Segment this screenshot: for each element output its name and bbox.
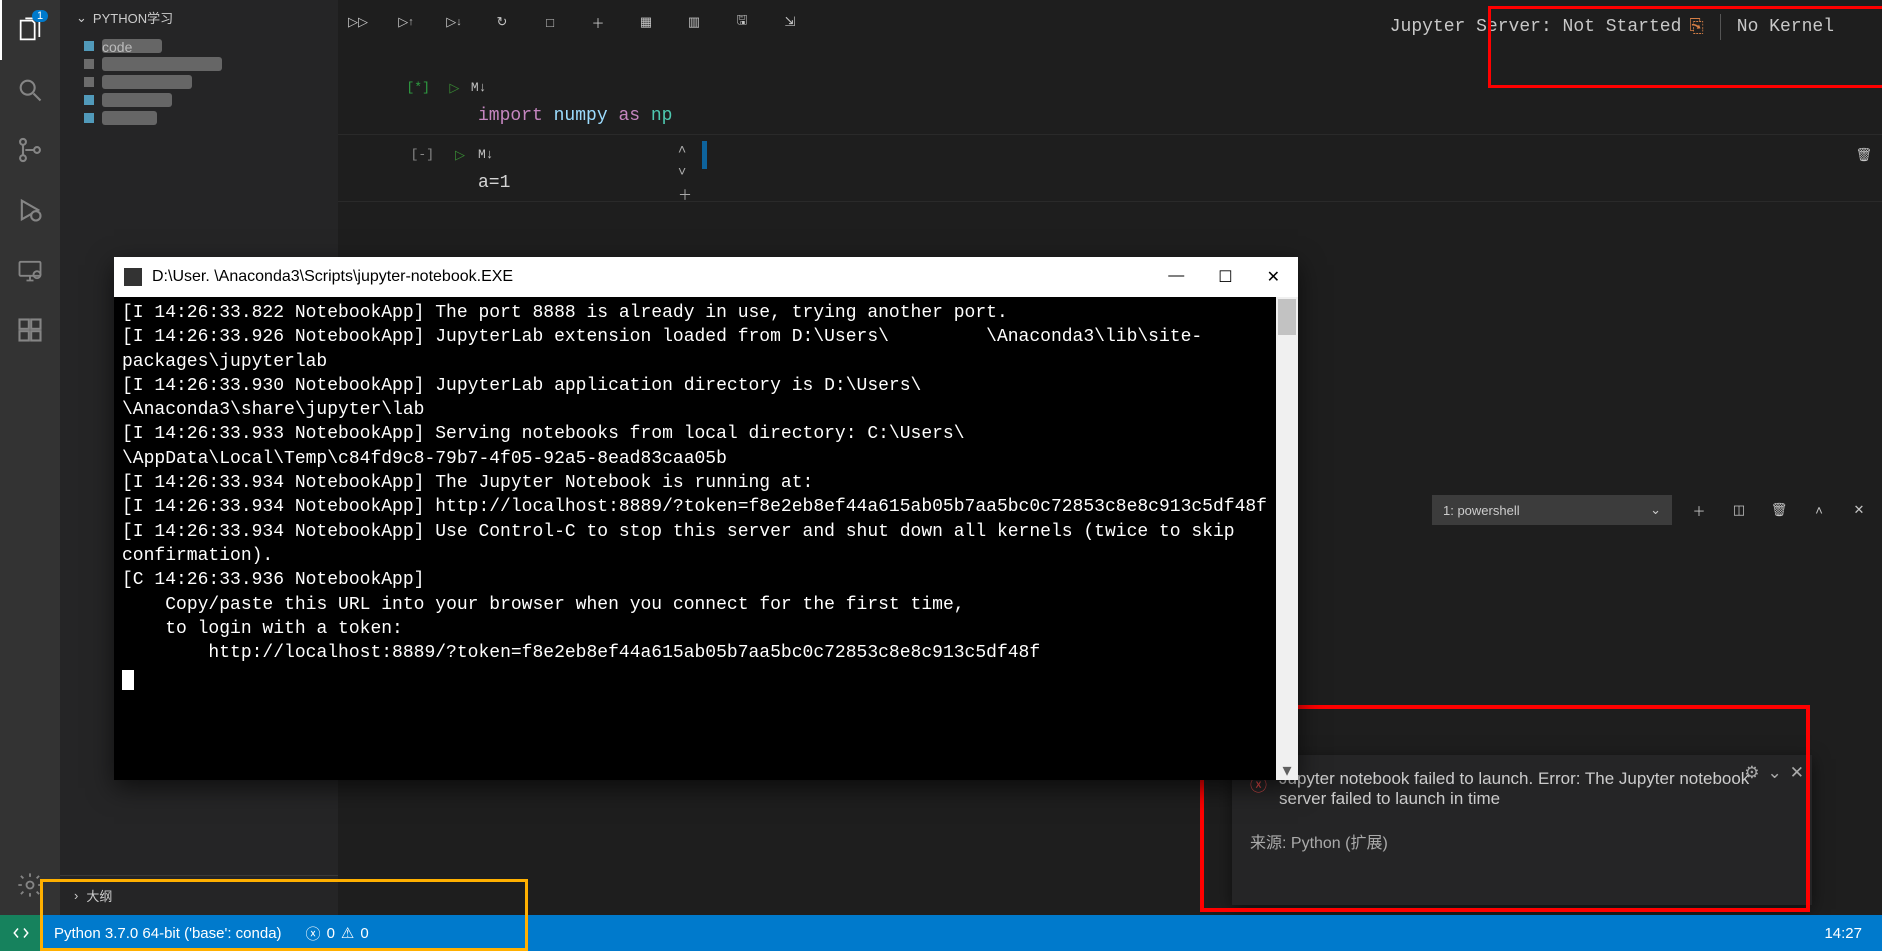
terminal-panel-controls: 1: powershell ⌄ ＋ ◫ 🗑 ˄ ✕ bbox=[1320, 480, 1872, 540]
move-up-icon: ˄ bbox=[678, 141, 692, 157]
window-close-icon[interactable]: ✕ bbox=[1267, 267, 1280, 287]
interrupt-icon[interactable]: □ bbox=[538, 10, 562, 34]
remote-indicator[interactable] bbox=[0, 915, 42, 951]
notebook-cell[interactable]: [*] ▷ M↓ bbox=[338, 74, 1882, 102]
scrollbar-thumb[interactable] bbox=[1278, 299, 1296, 335]
terminal-select[interactable]: 1: powershell ⌄ bbox=[1432, 495, 1672, 525]
taskbar-clock: 14:27 bbox=[1812, 915, 1882, 951]
chevron-down-icon: ⌄ bbox=[1650, 502, 1661, 518]
kill-terminal-icon[interactable]: 🗑 bbox=[1766, 497, 1792, 523]
folder-title: PYTHON学习 bbox=[93, 8, 173, 27]
run-below-icon[interactable]: ▷↓ bbox=[442, 10, 466, 34]
notification-chevron-icon[interactable]: ⌄ bbox=[1768, 763, 1782, 783]
notification-source: 来源: Python (扩展) bbox=[1250, 829, 1794, 853]
console-app-icon bbox=[124, 268, 142, 286]
chevron-right-icon: › bbox=[74, 888, 78, 903]
window-maximize-icon[interactable]: ☐ bbox=[1218, 267, 1232, 287]
search-icon[interactable] bbox=[0, 60, 60, 120]
move-down-icon: ˅ bbox=[678, 163, 692, 179]
problems-indicator[interactable]: ⓧ0 ⚠0 bbox=[294, 915, 381, 951]
cell-code[interactable]: a=1 bbox=[338, 169, 1882, 202]
scrollbar[interactable]: ▾ bbox=[1276, 297, 1298, 780]
folder-header[interactable]: ⌄ PYTHON学习 bbox=[60, 0, 338, 35]
variables-icon[interactable]: ▦ bbox=[634, 10, 658, 34]
run-cell-icon[interactable]: ▷ bbox=[442, 147, 478, 163]
cell-code[interactable]: import numpy as np bbox=[338, 102, 1882, 135]
notebook-cell[interactable]: ˄˅＋ [-] ▷ M↓ 🗑 bbox=[338, 141, 1882, 169]
remote-explorer-icon[interactable] bbox=[0, 240, 60, 300]
extensions-icon[interactable] bbox=[0, 300, 60, 360]
tree-item[interactable] bbox=[84, 109, 338, 127]
split-terminal-icon[interactable]: ◫ bbox=[1726, 497, 1752, 523]
chevron-down-icon: ⌄ bbox=[76, 10, 87, 26]
delete-cell-icon[interactable]: 🗑 bbox=[1855, 147, 1872, 163]
warning-count-icon: ⚠ bbox=[341, 924, 354, 942]
run-cell-icon[interactable]: ▷ bbox=[438, 80, 471, 96]
python-interpreter[interactable]: Python 3.7.0 64-bit ('base': conda) bbox=[42, 915, 294, 951]
notification-close-icon[interactable]: ✕ bbox=[1790, 763, 1804, 783]
tree-item[interactable]: code bbox=[84, 37, 338, 55]
outline-section[interactable]: › 大纲 bbox=[60, 875, 338, 915]
scrollbar-down-icon[interactable]: ▾ bbox=[1278, 760, 1296, 778]
notification-text: Jupyter notebook failed to launch. Error… bbox=[1279, 769, 1794, 809]
cell-prompt: [*] bbox=[406, 80, 429, 95]
export-icon[interactable]: ⇲ bbox=[778, 10, 802, 34]
run-debug-icon[interactable] bbox=[0, 180, 60, 240]
jupyter-server-label: Jupyter Server: Not Started bbox=[1390, 17, 1682, 37]
markdown-toggle[interactable]: M↓ bbox=[478, 147, 518, 162]
new-terminal-icon[interactable]: ＋ bbox=[1686, 497, 1712, 523]
console-title: D:\User. \Anaconda3\Scripts\jupyter-note… bbox=[152, 268, 513, 286]
tree-item[interactable] bbox=[84, 91, 338, 109]
add-below-icon: ＋ bbox=[678, 185, 692, 205]
cell-focus-indicator bbox=[702, 141, 707, 169]
add-cell-icon[interactable]: ＋ bbox=[586, 10, 610, 34]
markdown-toggle[interactable]: M↓ bbox=[471, 80, 508, 95]
restart-icon[interactable]: ↻ bbox=[490, 10, 514, 34]
cell-move-controls[interactable]: ˄ ˅ ＋ bbox=[678, 141, 692, 205]
python-interpreter-label: Python 3.7.0 64-bit ('base': conda) bbox=[54, 925, 282, 942]
window-minimize-icon[interactable]: — bbox=[1168, 267, 1184, 287]
run-all-icon[interactable]: ▷▷ bbox=[346, 10, 370, 34]
tree-item[interactable] bbox=[84, 55, 338, 73]
notification-toast: ⚙ ⌄ ✕ ⓧ Jupyter notebook failed to launc… bbox=[1232, 755, 1812, 905]
cell-prompt: [-] bbox=[411, 147, 434, 162]
terminal-select-label: 1: powershell bbox=[1443, 503, 1520, 518]
plug-icon: ⎘ bbox=[1689, 17, 1703, 38]
source-control-icon[interactable] bbox=[0, 120, 60, 180]
console-output[interactable]: [I 14:26:33.822 NotebookApp] The port 88… bbox=[114, 297, 1298, 780]
explorer-badge: 1 bbox=[32, 10, 48, 22]
clear-output-icon[interactable]: ▥ bbox=[682, 10, 706, 34]
maximize-panel-icon[interactable]: ˄ bbox=[1806, 497, 1832, 523]
activity-bar: 1 bbox=[0, 0, 60, 915]
console-titlebar[interactable]: D:\User. \Anaconda3\Scripts\jupyter-note… bbox=[114, 257, 1298, 297]
console-window[interactable]: D:\User. \Anaconda3\Scripts\jupyter-note… bbox=[114, 257, 1298, 780]
outline-label: 大纲 bbox=[86, 886, 112, 905]
settings-gear-icon[interactable] bbox=[0, 855, 60, 915]
tree-item[interactable] bbox=[84, 73, 338, 91]
notification-gear-icon[interactable]: ⚙ bbox=[1744, 763, 1759, 783]
save-icon[interactable]: 🖫 bbox=[730, 10, 754, 34]
error-count-icon: ⓧ bbox=[306, 923, 321, 944]
close-panel-icon[interactable]: ✕ bbox=[1846, 497, 1872, 523]
explorer-icon[interactable]: 1 bbox=[0, 0, 60, 60]
kernel-label: No Kernel bbox=[1737, 17, 1834, 37]
jupyter-status[interactable]: Jupyter Server: Not Started ⎘ No Kernel bbox=[1390, 14, 1834, 40]
status-bar: Python 3.7.0 64-bit ('base': conda) ⓧ0 ⚠… bbox=[0, 915, 1882, 951]
run-above-icon[interactable]: ▷↑ bbox=[394, 10, 418, 34]
file-tree: code bbox=[60, 35, 338, 127]
